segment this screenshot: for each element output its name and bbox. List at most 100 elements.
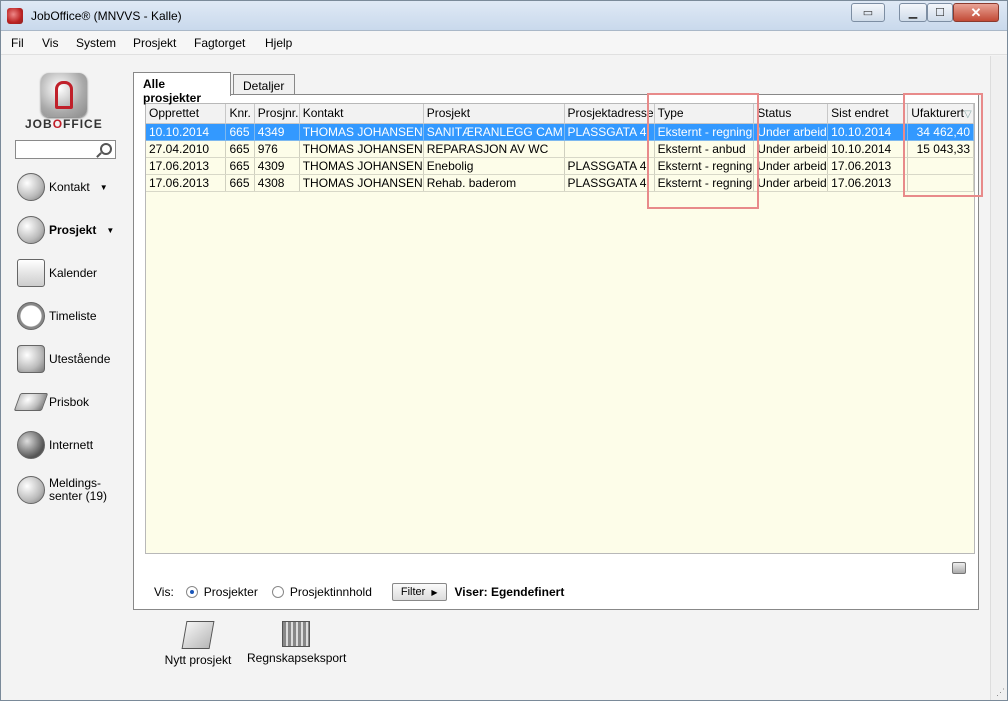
table-cell: PLASSGATA 4	[564, 123, 655, 141]
menu-fagtorget[interactable]: Fagtorget	[194, 36, 245, 50]
table-cell: 665	[225, 174, 255, 192]
table-cell	[907, 174, 974, 192]
table-cell: 27.04.2010	[146, 140, 227, 158]
radio-prosjekter[interactable]	[185, 586, 198, 598]
table-cell: Eksternt - regning	[654, 174, 755, 192]
cash-register-icon	[17, 345, 45, 373]
dropdown-arrow-icon[interactable]: ▼	[100, 183, 108, 192]
sidebar-item-internett[interactable]: Internett	[17, 428, 93, 462]
sync-icon	[17, 476, 45, 504]
sidebar-item-prisbok[interactable]: Prisbok	[13, 385, 90, 419]
vertical-scrollbar[interactable]: ⋰	[990, 56, 1007, 700]
table-cell: REPARASJON AV WC	[423, 140, 565, 158]
table-cell: 665	[225, 123, 255, 141]
table-row[interactable]: 27.04.2010 665 976 THOMAS JOHANSEN REPARASJO…	[146, 140, 974, 158]
column-header-status[interactable]: Status	[753, 104, 829, 124]
extra-window-button[interactable]: ▭	[851, 3, 885, 22]
book-icon	[13, 393, 49, 411]
menu-system[interactable]: System	[76, 36, 116, 50]
table-cell: Eksternt - regning	[654, 123, 755, 141]
menu-bar: Fil Vis System Prosjekt Fagtorget Hjelp	[1, 31, 1007, 55]
radio-prosjekter-label[interactable]: Prosjekter	[204, 585, 258, 599]
title-bar: JobOffice® (MNVVS - Kalle) ▭ ▁ ☐ ✕	[1, 1, 1007, 31]
close-button[interactable]: ✕	[953, 3, 999, 22]
sidebar-item-kontakt[interactable]: Kontakt ▼	[17, 170, 108, 204]
calendar-icon	[17, 259, 45, 287]
contacts-icon	[17, 173, 45, 201]
search-input[interactable]	[15, 140, 116, 159]
table-cell: THOMAS JOHANSEN	[299, 123, 424, 141]
table-cell: 4308	[254, 174, 300, 192]
grid-footer: Vis: Prosjekter Prosjektinnhold Filter ▶ …	[154, 582, 564, 602]
table-cell	[564, 140, 655, 158]
search-icon[interactable]	[100, 143, 112, 155]
maximize-button[interactable]: ☐	[927, 3, 953, 22]
dropdown-arrow-icon[interactable]: ▼	[106, 226, 114, 235]
table-cell: PLASSGATA 4	[564, 174, 655, 192]
column-header-prosjnr[interactable]: Prosjnr.	[254, 104, 300, 124]
resize-grip-icon[interactable]: ⋰	[996, 687, 1005, 698]
table-cell: 665	[225, 157, 255, 175]
column-header-type[interactable]: Type	[654, 104, 755, 124]
table-cell: 976	[254, 140, 300, 158]
sidebar-item-timeliste[interactable]: Timeliste	[17, 299, 97, 333]
sidebar-item-prosjekt[interactable]: Prosjekt ▼	[17, 213, 114, 247]
new-project-button[interactable]: Nytt prosjekt	[163, 621, 233, 667]
table-cell: Under arbeid	[753, 140, 829, 158]
table-cell: 17.06.2013	[827, 157, 909, 175]
menu-vis[interactable]: Vis	[42, 36, 58, 50]
column-header-prosjektadresse[interactable]: Prosjektadresse	[564, 104, 655, 124]
table-cell: THOMAS JOHANSEN	[299, 157, 424, 175]
accounting-export-label: Regnskapseksport	[247, 651, 347, 665]
table-row[interactable]: 17.06.2013 665 4308 THOMAS JOHANSEN Rehab. b…	[146, 174, 974, 192]
table-cell: 10.10.2014	[827, 140, 909, 158]
project-icon	[17, 216, 45, 244]
filter-button[interactable]: Filter ▶	[391, 583, 447, 601]
window-title: JobOffice® (MNVVS - Kalle)	[31, 9, 182, 23]
sidebar-item-meldingssenter[interactable]: Meldings-senter (19)	[17, 473, 107, 507]
menu-fil[interactable]: Fil	[11, 36, 24, 50]
export-chart-icon	[282, 621, 310, 647]
sidebar-item-utestaende[interactable]: Utestående	[17, 342, 110, 376]
sidebar-item-label: Timeliste	[49, 309, 97, 323]
joboffice-logo-icon	[41, 73, 87, 117]
column-header-sist-endret[interactable]: Sist endret	[827, 104, 909, 124]
table-cell: 665	[225, 140, 255, 158]
table-cell: 17.06.2013	[827, 174, 909, 192]
table-cell: THOMAS JOHANSEN	[299, 140, 424, 158]
sort-desc-icon: ▽	[963, 109, 972, 121]
radio-prosjektinnhold-label[interactable]: Prosjektinnhold	[290, 585, 372, 599]
clock-icon	[17, 302, 45, 330]
menu-hjelp[interactable]: Hjelp	[265, 36, 292, 50]
tab-alle-prosjekter[interactable]: Alle prosjekter	[133, 72, 231, 105]
tab-detaljer[interactable]: Detaljer	[233, 74, 295, 94]
radio-prosjektinnhold[interactable]	[271, 586, 284, 598]
accounting-export-button[interactable]: Regnskapseksport	[247, 621, 347, 665]
table-cell	[907, 157, 974, 175]
menu-prosjekt[interactable]: Prosjekt	[133, 36, 176, 50]
sidebar-item-label: Prisbok	[49, 395, 90, 409]
column-header-prosjekt[interactable]: Prosjekt	[423, 104, 565, 124]
table-cell: SANITÆRANLEGG CAM	[423, 123, 565, 141]
table-cell: 15 043,33	[907, 140, 974, 158]
table-cell: PLASSGATA 4	[564, 157, 655, 175]
column-header-knr[interactable]: Knr.	[225, 104, 255, 124]
sidebar-item-kalender[interactable]: Kalender	[17, 256, 97, 290]
table-row[interactable]: 10.10.2014 665 4349 THOMAS JOHANSEN SANITÆRA…	[146, 123, 974, 141]
table-cell: 4309	[254, 157, 300, 175]
printer-icon[interactable]	[952, 562, 966, 574]
table-cell: Under arbeid	[753, 123, 829, 141]
sidebar-item-label: Kontakt	[49, 180, 90, 194]
table-cell: THOMAS JOHANSEN	[299, 174, 424, 192]
vis-label: Vis:	[154, 585, 174, 599]
projects-grid[interactable]: Opprettet Knr. Prosjnr. Kontakt Prosjekt…	[145, 103, 975, 554]
column-header-opprettet[interactable]: Opprettet	[146, 104, 227, 124]
column-header-ufakturert[interactable]: Ufakturert▽	[907, 104, 974, 124]
sidebar-item-label: Utestående	[49, 352, 111, 366]
table-row[interactable]: 17.06.2013 665 4309 THOMAS JOHANSEN Enebolig…	[146, 157, 974, 175]
logo-text: JOBOFFICE	[25, 117, 103, 131]
table-header-row: Opprettet Knr. Prosjnr. Kontakt Prosjekt…	[146, 104, 974, 124]
minimize-button[interactable]: ▁	[899, 3, 927, 22]
column-header-kontakt[interactable]: Kontakt	[299, 104, 424, 124]
table-cell: Eksternt - regning	[654, 157, 755, 175]
